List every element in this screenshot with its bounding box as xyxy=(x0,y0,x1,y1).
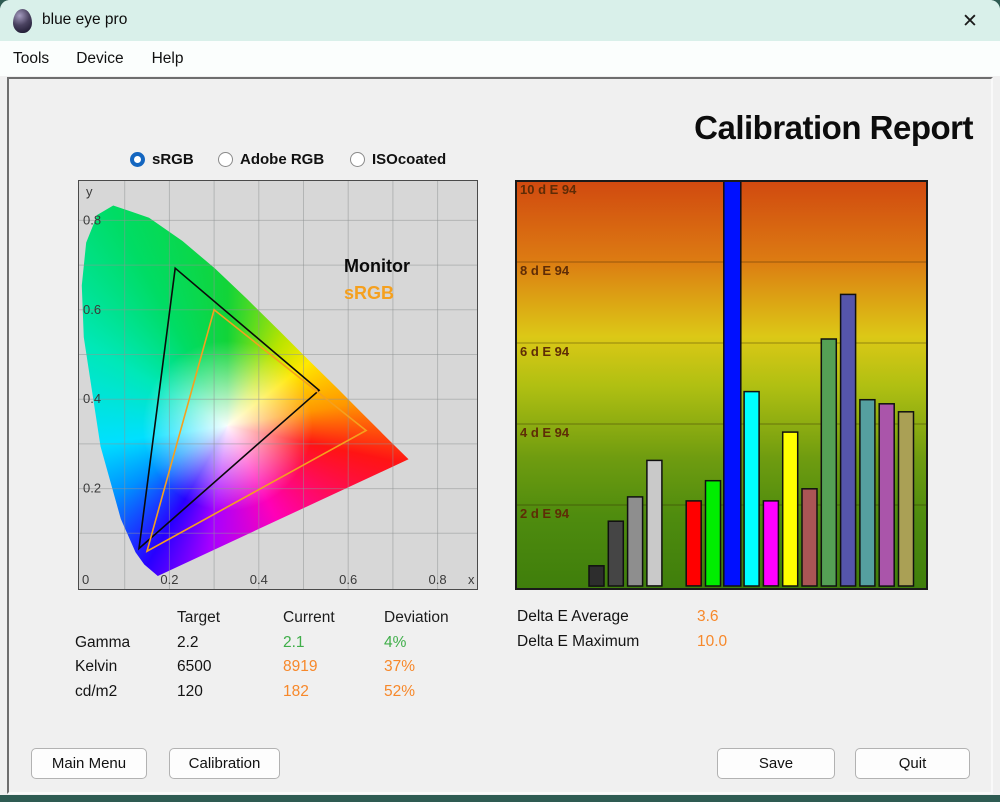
svg-text:x: x xyxy=(468,572,475,587)
svg-text:0.2: 0.2 xyxy=(160,572,178,587)
row-label-luminance: cd/m2 xyxy=(75,682,118,700)
delta-e-average-value: 3.6 xyxy=(697,608,719,625)
main-menu-button[interactable]: Main Menu xyxy=(31,748,147,779)
close-icon[interactable]: ✕ xyxy=(954,7,986,35)
luminance-target: 120 xyxy=(177,682,203,700)
row-label-kelvin: Kelvin xyxy=(75,658,118,675)
page-title: Calibration Report xyxy=(694,109,973,146)
legend-srgb: sRGB xyxy=(344,283,395,303)
results-table: Target Current Deviation Gamma 2.2 2.1 4… xyxy=(75,606,494,704)
kelvin-current: 8919 xyxy=(283,658,318,675)
svg-text:0.2: 0.2 xyxy=(83,481,101,496)
delta-e-bar-chart: 2 d E 94 4 d E 94 6 d E 94 8 d E 94 10 d E 9… xyxy=(515,180,928,590)
radio-selected-icon xyxy=(130,152,145,167)
svg-text:0.8: 0.8 xyxy=(83,212,101,227)
kelvin-deviation: 37% xyxy=(384,658,416,675)
legend-monitor: Monitor xyxy=(344,256,410,276)
delta-e-maximum-label: Delta E Maximum xyxy=(517,633,640,650)
menu-bar: Tools Device Help xyxy=(0,41,1000,76)
svg-text:6 d E 94: 6 d E 94 xyxy=(520,344,570,359)
delta-e-average-label: Delta E Average xyxy=(517,608,629,625)
menu-item-device[interactable]: Device xyxy=(76,50,123,68)
delta-e-summary: Delta E Average 3.6 Delta E Maximum 10.0 xyxy=(517,604,777,654)
column-header-current: Current xyxy=(283,609,335,626)
svg-text:0.6: 0.6 xyxy=(339,572,357,587)
radio-option-isocoated[interactable]: ISOcoated xyxy=(350,151,446,168)
radio-option-srgb[interactable]: sRGB xyxy=(130,151,194,168)
gamma-current: 2.1 xyxy=(283,633,305,651)
menu-item-help[interactable]: Help xyxy=(152,50,184,68)
save-button[interactable]: Save xyxy=(717,748,835,779)
radio-label: Adobe RGB xyxy=(240,151,325,168)
gamma-target: 2.2 xyxy=(177,633,199,651)
svg-text:0.4: 0.4 xyxy=(83,391,101,406)
svg-text:2 d E 94: 2 d E 94 xyxy=(520,506,570,521)
column-header-deviation: Deviation xyxy=(384,609,449,626)
radio-unselected-icon xyxy=(350,152,365,167)
svg-text:0: 0 xyxy=(82,572,89,587)
radio-label: ISOcoated xyxy=(372,151,447,168)
calibration-button[interactable]: Calibration xyxy=(169,748,280,779)
chromaticity-diagram: 0.2 0.4 0.6 0.8 0 0.2 0.4 0.6 0.8 y x xyxy=(78,180,478,590)
window-title: blue eye pro xyxy=(42,11,128,28)
delta-e-bars: 2 d E 94 4 d E 94 6 d E 94 8 d E 94 10 d E 9… xyxy=(517,180,926,587)
app-icon xyxy=(13,9,32,33)
svg-text:0.8: 0.8 xyxy=(429,572,447,587)
gamut-overlay: 0.2 0.4 0.6 0.8 0 0.2 0.4 0.6 0.8 y x xyxy=(79,181,477,589)
kelvin-target: 6500 xyxy=(177,658,212,675)
svg-text:8 d E 94: 8 d E 94 xyxy=(520,263,570,278)
luminance-current: 182 xyxy=(283,682,309,700)
delta-e-maximum-value: 10.0 xyxy=(697,633,728,650)
svg-text:10 d E 94: 10 d E 94 xyxy=(520,182,577,197)
svg-text:0.4: 0.4 xyxy=(250,572,268,587)
menu-item-tools[interactable]: Tools xyxy=(13,50,49,68)
title-bar: blue eye pro ✕ xyxy=(0,0,1000,41)
svg-text:0.6: 0.6 xyxy=(83,302,101,317)
column-header-target: Target xyxy=(177,609,221,626)
radio-label: sRGB xyxy=(152,151,194,168)
svg-text:4 d E 94: 4 d E 94 xyxy=(520,425,570,440)
row-label-gamma: Gamma xyxy=(75,633,131,651)
gamma-deviation: 4% xyxy=(384,633,407,651)
svg-text:y: y xyxy=(86,184,93,199)
app-window: blue eye pro ✕ Tools Device Help Calibra… xyxy=(0,0,1000,795)
luminance-deviation: 52% xyxy=(384,682,416,700)
table-corner xyxy=(75,606,177,631)
radio-option-adobe-rgb[interactable]: Adobe RGB xyxy=(218,151,324,168)
quit-button[interactable]: Quit xyxy=(855,748,970,779)
radio-unselected-icon xyxy=(218,152,233,167)
